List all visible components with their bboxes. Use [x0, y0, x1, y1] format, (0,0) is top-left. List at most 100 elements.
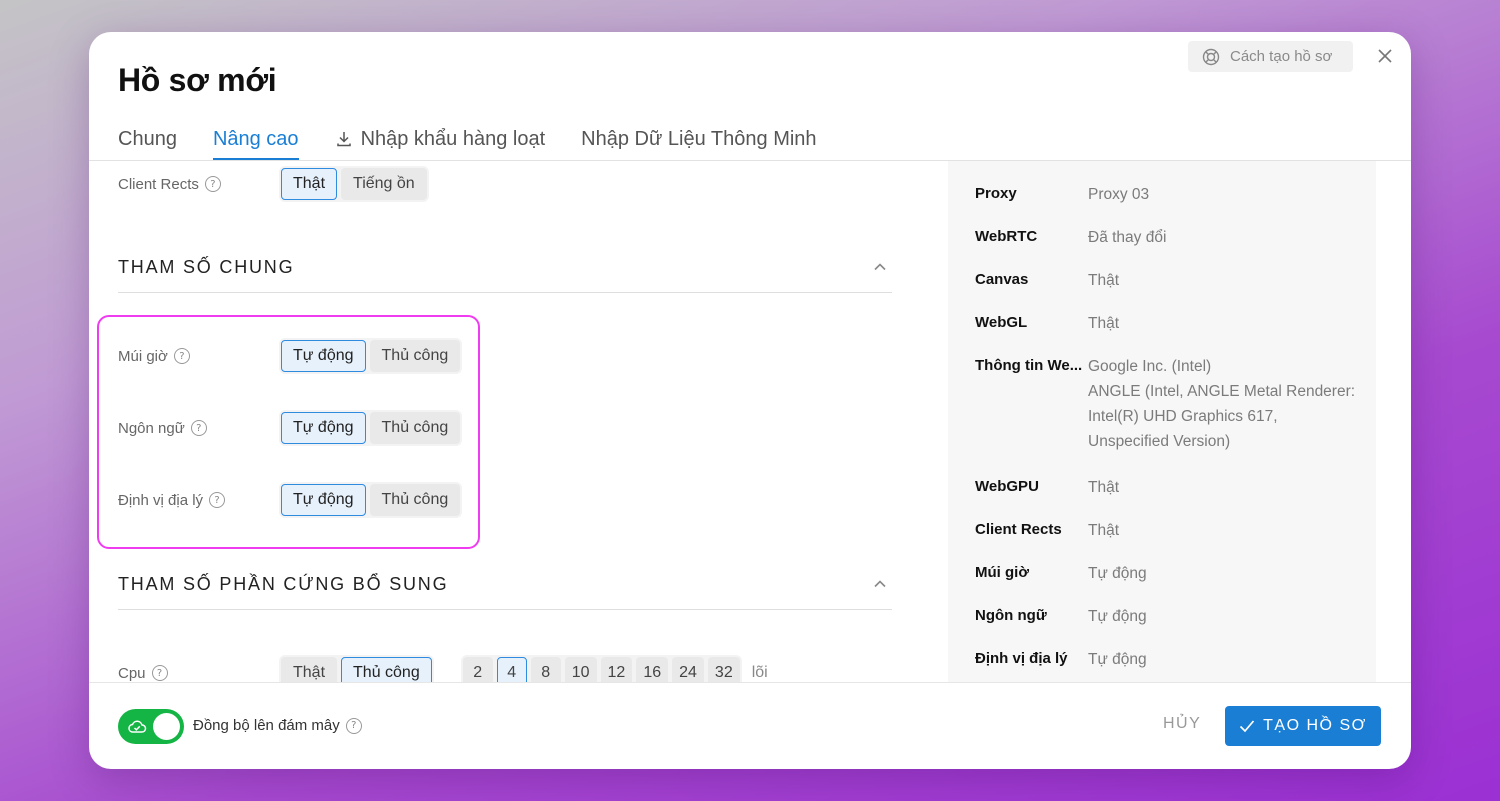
summary-value-extra: ANGLE (Intel, ANGLE Metal Renderer: Inte…: [1088, 383, 1356, 450]
chevron-up-icon[interactable]: [872, 259, 888, 275]
language-label-text: Ngôn ngữ: [118, 419, 185, 437]
summary-key: Định vị địa lý: [975, 650, 1068, 667]
cloud-sync-toggle[interactable]: [118, 709, 184, 744]
client-rects-noise-option[interactable]: Tiếng ồn: [341, 168, 427, 200]
cloud-sync-label-text: Đồng bộ lên đám mây: [193, 717, 340, 734]
cpu-unit: lõi: [751, 664, 768, 681]
cpu-core-option[interactable]: 16: [636, 657, 669, 682]
geolocation-manual-option[interactable]: Thủ công: [369, 484, 461, 516]
tab-bulk-import[interactable]: Nhập khẩu hàng loạt: [335, 118, 546, 160]
hardware-params-section-header[interactable]: THAM SỐ PHẦN CỨNG BỔ SUNG: [118, 574, 892, 610]
summary-key: Canvas: [975, 271, 1029, 288]
timezone-label: Múi giờ ?: [118, 348, 279, 365]
geolocation-label-text: Định vị địa lý: [118, 491, 204, 509]
cpu-core-option[interactable]: 12: [600, 657, 633, 682]
timezone-row: Múi giờ ? Tự động Thủ công: [118, 338, 463, 374]
close-icon[interactable]: [1375, 46, 1395, 66]
tab-smart-import-label: Nhập Dữ Liệu Thông Minh: [581, 127, 817, 150]
cpu-manual-option[interactable]: Thủ công: [341, 657, 432, 682]
summary-key: Ngôn ngữ: [975, 607, 1047, 624]
summary-row-webrtc: WebRTC Đã thay đổi: [975, 228, 1166, 250]
tab-bulk-import-label: Nhập khẩu hàng loạt: [360, 127, 546, 150]
cancel-button[interactable]: HỦY: [1163, 715, 1201, 733]
tab-advanced-label: Nâng cao: [212, 127, 299, 150]
help-icon[interactable]: ?: [151, 665, 168, 681]
cpu-mode-toggle: Thật Thủ công: [279, 655, 434, 682]
summary-key: Múi giờ: [975, 564, 1029, 581]
language-auto-option[interactable]: Tự động: [281, 412, 366, 444]
summary-value: Tự động: [1088, 651, 1147, 668]
summary-key: WebGPU: [975, 478, 1039, 495]
cpu-core-option[interactable]: 24: [672, 657, 704, 682]
cpu-real-option[interactable]: Thật: [281, 657, 338, 682]
timezone-auto-option[interactable]: Tự động: [281, 340, 366, 372]
tab-smart-import[interactable]: Nhập Dữ Liệu Thông Minh: [581, 118, 816, 160]
summary-value: Thật: [1088, 522, 1120, 539]
new-profile-dialog: Hồ sơ mới Cách tạo hồ sơ Chung Nâng cao …: [89, 32, 1411, 769]
create-profile-label: TẠO HỒ SƠ: [1263, 717, 1367, 734]
summary-key: WebRTC: [975, 228, 1038, 245]
summary-key: WebGL: [975, 314, 1028, 331]
summary-row-geolocation: Định vị địa lý Tự động: [975, 650, 1147, 672]
help-label: Cách tạo hồ sơ: [1230, 48, 1333, 65]
lifebuoy-icon: [1202, 48, 1220, 65]
summary-value: Thật: [1088, 272, 1120, 289]
general-params-section-header[interactable]: THAM SỐ CHUNG: [118, 257, 892, 293]
section-title: THAM SỐ PHẦN CỨNG BỔ SUNG: [118, 574, 449, 594]
footer-divider: [89, 682, 1411, 683]
client-rects-label: Client Rects ?: [118, 176, 279, 193]
cpu-core-option[interactable]: 4: [496, 657, 527, 682]
cloud-icon: [128, 720, 147, 733]
client-rects-real-option[interactable]: Thật: [281, 168, 338, 200]
summary-value: Tự động: [1088, 565, 1147, 582]
check-icon: [1240, 720, 1255, 733]
summary-row-timezone: Múi giờ Tự động: [975, 564, 1147, 586]
summary-key: Client Rects: [975, 521, 1062, 538]
cpu-core-option[interactable]: 10: [564, 657, 597, 682]
client-rects-toggle: Thật Tiếng ồn: [279, 166, 429, 202]
tab-advanced[interactable]: Nâng cao: [212, 118, 299, 160]
client-rects-row: Client Rects ? Thật Tiếng ồn: [118, 166, 429, 202]
help-icon[interactable]: ?: [204, 176, 221, 192]
profile-summary-panel: Proxy Proxy 03 WebRTC Đã thay đổi Canvas…: [948, 161, 1376, 682]
summary-row-language: Ngôn ngữ Tự động: [975, 607, 1147, 629]
tab-general[interactable]: Chung: [118, 118, 177, 160]
geolocation-row: Định vị địa lý ? Tự động Thủ công: [118, 482, 463, 518]
summary-value: Thật: [1088, 479, 1120, 496]
tab-general-label: Chung: [118, 127, 177, 150]
geolocation-auto-option[interactable]: Tự động: [281, 484, 366, 516]
language-row: Ngôn ngữ ? Tự động Thủ công: [118, 410, 463, 446]
cpu-core-option[interactable]: 2: [462, 657, 493, 682]
summary-value: Proxy 03: [1088, 186, 1150, 203]
section-title: THAM SỐ CHUNG: [118, 257, 295, 277]
cpu-core-option[interactable]: 8: [530, 657, 561, 682]
help-icon[interactable]: ?: [173, 348, 190, 364]
download-icon: [336, 132, 351, 147]
summary-row-proxy: Proxy Proxy 03: [975, 185, 1149, 207]
summary-key: Thông tin We...: [975, 357, 1083, 374]
how-to-create-button[interactable]: Cách tạo hồ sơ: [1188, 41, 1353, 72]
geolocation-toggle: Tự động Thủ công: [279, 482, 463, 518]
summary-row-client-rects: Client Rects Thật: [975, 521, 1119, 543]
help-icon[interactable]: ?: [190, 420, 207, 436]
chevron-up-icon[interactable]: [872, 576, 888, 592]
summary-value: Thật: [1088, 315, 1120, 332]
language-label: Ngôn ngữ ?: [118, 420, 279, 437]
help-icon[interactable]: ?: [209, 492, 226, 508]
summary-value: Tự động: [1088, 608, 1147, 625]
geolocation-label: Định vị địa lý ?: [118, 492, 279, 509]
language-toggle: Tự động Thủ công: [279, 410, 463, 446]
tab-bar: Chung Nâng cao Nhập khẩu hàng loạt Nhập …: [118, 118, 817, 160]
summary-row-webgpu: WebGPU Thật: [975, 478, 1119, 500]
settings-panel[interactable]: Client Rects ? Thật Tiếng ồn THAM SỐ CHU…: [89, 161, 949, 682]
client-rects-label-text: Client Rects: [118, 175, 199, 193]
summary-row-canvas: Canvas Thật: [975, 271, 1119, 293]
language-manual-option[interactable]: Thủ công: [369, 412, 461, 444]
cpu-core-option[interactable]: 32: [707, 657, 740, 682]
cpu-core-selector: 2 4 8 10 12 16 24 32: [460, 655, 742, 682]
create-profile-button[interactable]: TẠO HỒ SƠ: [1225, 706, 1381, 746]
timezone-manual-option[interactable]: Thủ công: [369, 340, 461, 372]
timezone-toggle: Tự động Thủ công: [279, 338, 463, 374]
summary-row-webgl: WebGL Thật: [975, 314, 1119, 336]
help-icon[interactable]: ?: [345, 717, 362, 734]
